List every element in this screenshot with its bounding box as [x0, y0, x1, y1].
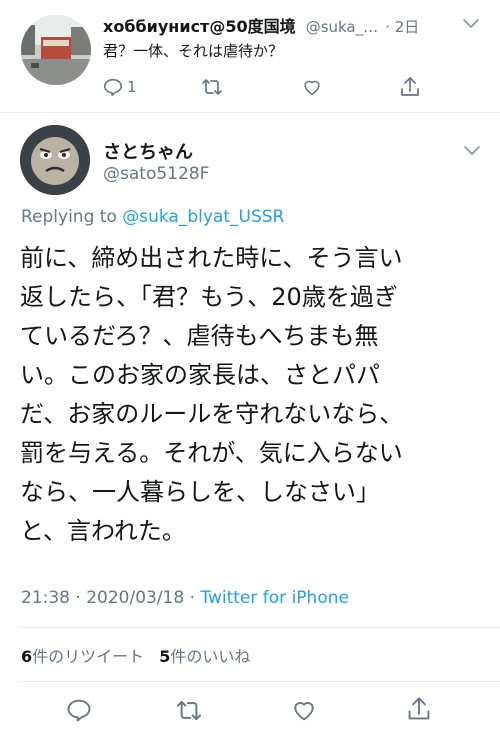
like-label: 件のいいね — [170, 647, 251, 666]
parent-share-button[interactable] — [399, 75, 421, 99]
tweet-text-line: と、言われた。 — [20, 517, 186, 545]
tweet-source-link[interactable]: Twitter for iPhone — [200, 588, 349, 608]
reply-icon — [103, 78, 123, 97]
like-count: 5 — [159, 647, 171, 666]
tweet-text-line: 返したら、「君？もう、20歳を過ぎ — [20, 283, 398, 311]
parent-avatar[interactable] — [21, 15, 91, 85]
divider — [20, 627, 500, 628]
replying-to-link[interactable]: @suka_blyat_USSR — [122, 207, 284, 227]
parent-tweet-text: 君？一体、それは虐待か？ — [103, 42, 284, 60]
heart-icon — [294, 702, 314, 721]
parent-chevron-down-icon[interactable] — [462, 18, 480, 30]
reply-icon — [67, 699, 91, 722]
retweet-label: 件のリツイート — [32, 647, 145, 666]
tweet-text-line: 罰を与える。それが、気に入らない — [20, 439, 403, 467]
parent-age: · 2日 — [385, 18, 420, 36]
share-icon — [408, 697, 430, 720]
author-display-name[interactable]: さとちゃん — [103, 138, 193, 164]
tweet-chevron-down-icon[interactable] — [463, 145, 481, 157]
heart-icon — [304, 80, 320, 96]
share-button[interactable] — [406, 694, 432, 724]
like-button[interactable] — [290, 696, 318, 724]
parent-display-name[interactable]: хоббиунист@50度国境 — [103, 17, 296, 36]
parent-handle[interactable]: @suka_… — [306, 18, 378, 36]
retweets-stat[interactable]: 6件のリツイート — [21, 647, 149, 666]
tweet-text: 前に、締め出された時に、そう言い 返したら、「君？もう、20歳を過ぎ ているだろ… — [20, 239, 490, 551]
author-handle[interactable]: @sato5128F — [103, 164, 209, 184]
likes-stat[interactable]: 5件のいいね — [159, 647, 250, 666]
train-face-icon — [20, 125, 90, 195]
author-avatar[interactable] — [20, 125, 90, 195]
share-icon — [401, 77, 419, 96]
tweet-text-line: い。このお家の家長は、さとパパ — [20, 361, 380, 389]
tweet-text-line: 前に、締め出された時に、そう言い — [20, 244, 403, 272]
retweet-icon — [202, 79, 222, 95]
street-photo-icon — [21, 15, 91, 85]
retweet-button[interactable] — [174, 697, 204, 724]
reply-button[interactable] — [65, 696, 93, 724]
tweet-text-line: ているだろ？、虐待もへちまも無 — [20, 322, 379, 350]
retweet-count: 6 — [21, 647, 33, 666]
tweet-timestamp: 21:38 · 2020/03/18 · — [21, 588, 195, 608]
tweet-text-line: なら、一人暮らしを、しなさい」 — [20, 478, 380, 506]
parent-like-button[interactable] — [301, 76, 323, 98]
divider — [0, 112, 500, 113]
tweet-meta: 21:38 · 2020/03/18 · Twitter for iPhone — [21, 588, 349, 608]
parent-reply-button[interactable]: 1 — [102, 76, 137, 98]
divider — [20, 681, 500, 682]
replying-prefix: Replying to — [21, 207, 117, 227]
replying-to: Replying to @suka_blyat_USSR — [21, 207, 284, 227]
parent-retweet-button[interactable] — [200, 76, 224, 98]
tweet-stats: 6件のリツイート 5件のいいね — [21, 643, 250, 667]
parent-reply-count: 1 — [127, 78, 137, 96]
parent-header: хоббиунист@50度国境 @suka_… · 2日 — [103, 13, 420, 36]
retweet-icon — [176, 700, 202, 721]
tweet-text-line: だ、お家のルールを守れないなら、 — [20, 400, 404, 428]
